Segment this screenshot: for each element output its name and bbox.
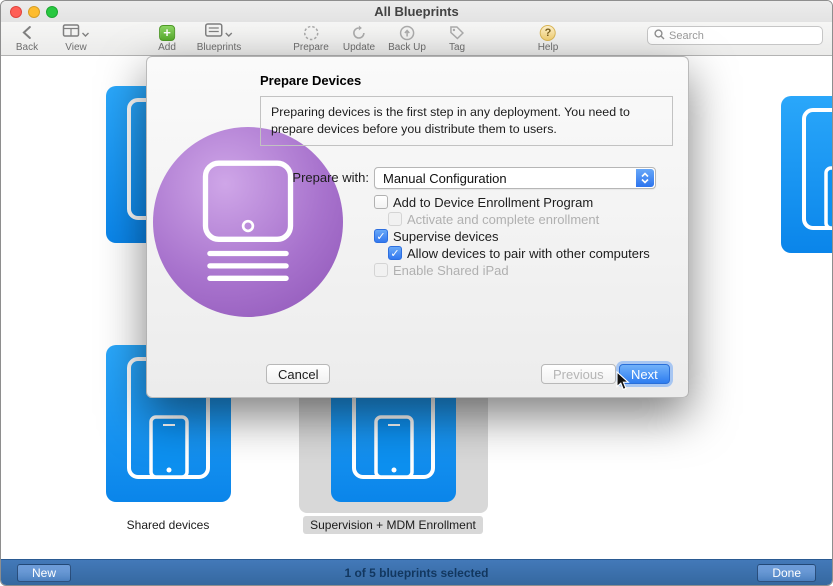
checkbox-box[interactable] — [388, 246, 402, 260]
prepare-circle-icon — [303, 24, 319, 41]
title-bar: All Blueprints — [1, 1, 832, 22]
prepare-with-dropdown[interactable]: Manual Configuration — [374, 167, 656, 189]
blueprints-icon — [205, 23, 223, 42]
checkbox-label: Add to Device Enrollment Program — [393, 195, 593, 210]
checkbox-label: Allow devices to pair with other compute… — [407, 246, 650, 261]
checkbox-label: Supervise devices — [393, 229, 499, 244]
search-field[interactable] — [647, 26, 823, 45]
blueprint-label: Shared devices — [73, 518, 263, 532]
update-icon — [351, 24, 367, 41]
tag-icon — [449, 24, 465, 41]
blueprints-button[interactable]: Blueprints — [197, 24, 241, 53]
dialog-title: Prepare Devices — [260, 73, 361, 88]
back-chevron-icon — [21, 24, 33, 41]
checkbox-activate-enrollment: Activate and complete enrollment — [388, 211, 599, 227]
devices-icon — [781, 96, 833, 253]
mouse-cursor — [616, 371, 630, 396]
tag-label: Tag — [449, 42, 465, 53]
checkbox-supervise-devices[interactable]: Supervise devices — [374, 228, 499, 244]
previous-button: Previous — [541, 364, 616, 384]
back-button[interactable]: Back — [16, 24, 38, 53]
dropdown-stepper-icon — [636, 169, 654, 187]
checkbox-box — [388, 212, 402, 226]
chevron-down-icon — [82, 24, 90, 42]
checkbox-box[interactable] — [374, 229, 388, 243]
checkbox-add-to-dep[interactable]: Add to Device Enrollment Program — [374, 194, 593, 210]
checkbox-enable-shared-ipad: Enable Shared iPad — [374, 262, 509, 278]
dialog-description: Preparing devices is the first step in a… — [260, 96, 673, 146]
backup-icon — [399, 24, 415, 41]
checkbox-label: Activate and complete enrollment — [407, 212, 599, 227]
checkbox-allow-pairing[interactable]: Allow devices to pair with other compute… — [388, 245, 650, 261]
cancel-button[interactable]: Cancel — [266, 364, 330, 384]
blueprints-label: Blueprints — [197, 42, 241, 53]
app-window: All Blueprints Back View + Add — [0, 0, 833, 586]
back-label: Back — [16, 42, 38, 53]
blueprint-label: Supervision + MDM Enrollment — [298, 518, 488, 532]
status-bar: New 1 of 5 blueprints selected Done — [1, 559, 832, 585]
add-label: Add — [158, 42, 176, 53]
update-label: Update — [343, 42, 375, 53]
add-button[interactable]: + Add — [158, 24, 176, 53]
view-label: View — [65, 42, 87, 53]
toolbar: Back View + Add — [1, 22, 832, 56]
blueprint-top-right[interactable] — [781, 96, 833, 253]
add-plus-icon: + — [159, 25, 175, 41]
prepare-ipad-stack-icon — [153, 127, 343, 317]
selection-status-text: 1 of 5 blueprints selected — [1, 566, 832, 580]
backup-button[interactable]: Back Up — [388, 24, 426, 53]
help-button[interactable]: ? Help — [538, 24, 559, 53]
prepare-button[interactable]: Prepare — [293, 24, 329, 53]
tag-button[interactable]: Tag — [449, 24, 465, 53]
window-title: All Blueprints — [1, 4, 832, 19]
prepare-label: Prepare — [293, 42, 329, 53]
done-button[interactable]: Done — [757, 564, 816, 582]
search-icon — [654, 27, 665, 45]
chevron-down-icon — [225, 24, 233, 42]
help-question-icon: ? — [540, 25, 556, 41]
prepare-devices-dialog: Prepare Devices Preparing devices is the… — [146, 56, 689, 398]
search-input[interactable] — [669, 30, 816, 42]
help-label: Help — [538, 42, 559, 53]
view-button[interactable]: View — [63, 24, 90, 53]
checkbox-box[interactable] — [374, 195, 388, 209]
prepare-with-label: Prepare with: — [247, 170, 369, 185]
dropdown-value: Manual Configuration — [375, 171, 507, 186]
update-button[interactable]: Update — [343, 24, 375, 53]
checkbox-box — [374, 263, 388, 277]
checkbox-label: Enable Shared iPad — [393, 263, 509, 278]
view-grid-icon — [63, 24, 80, 42]
backup-label: Back Up — [388, 42, 426, 53]
